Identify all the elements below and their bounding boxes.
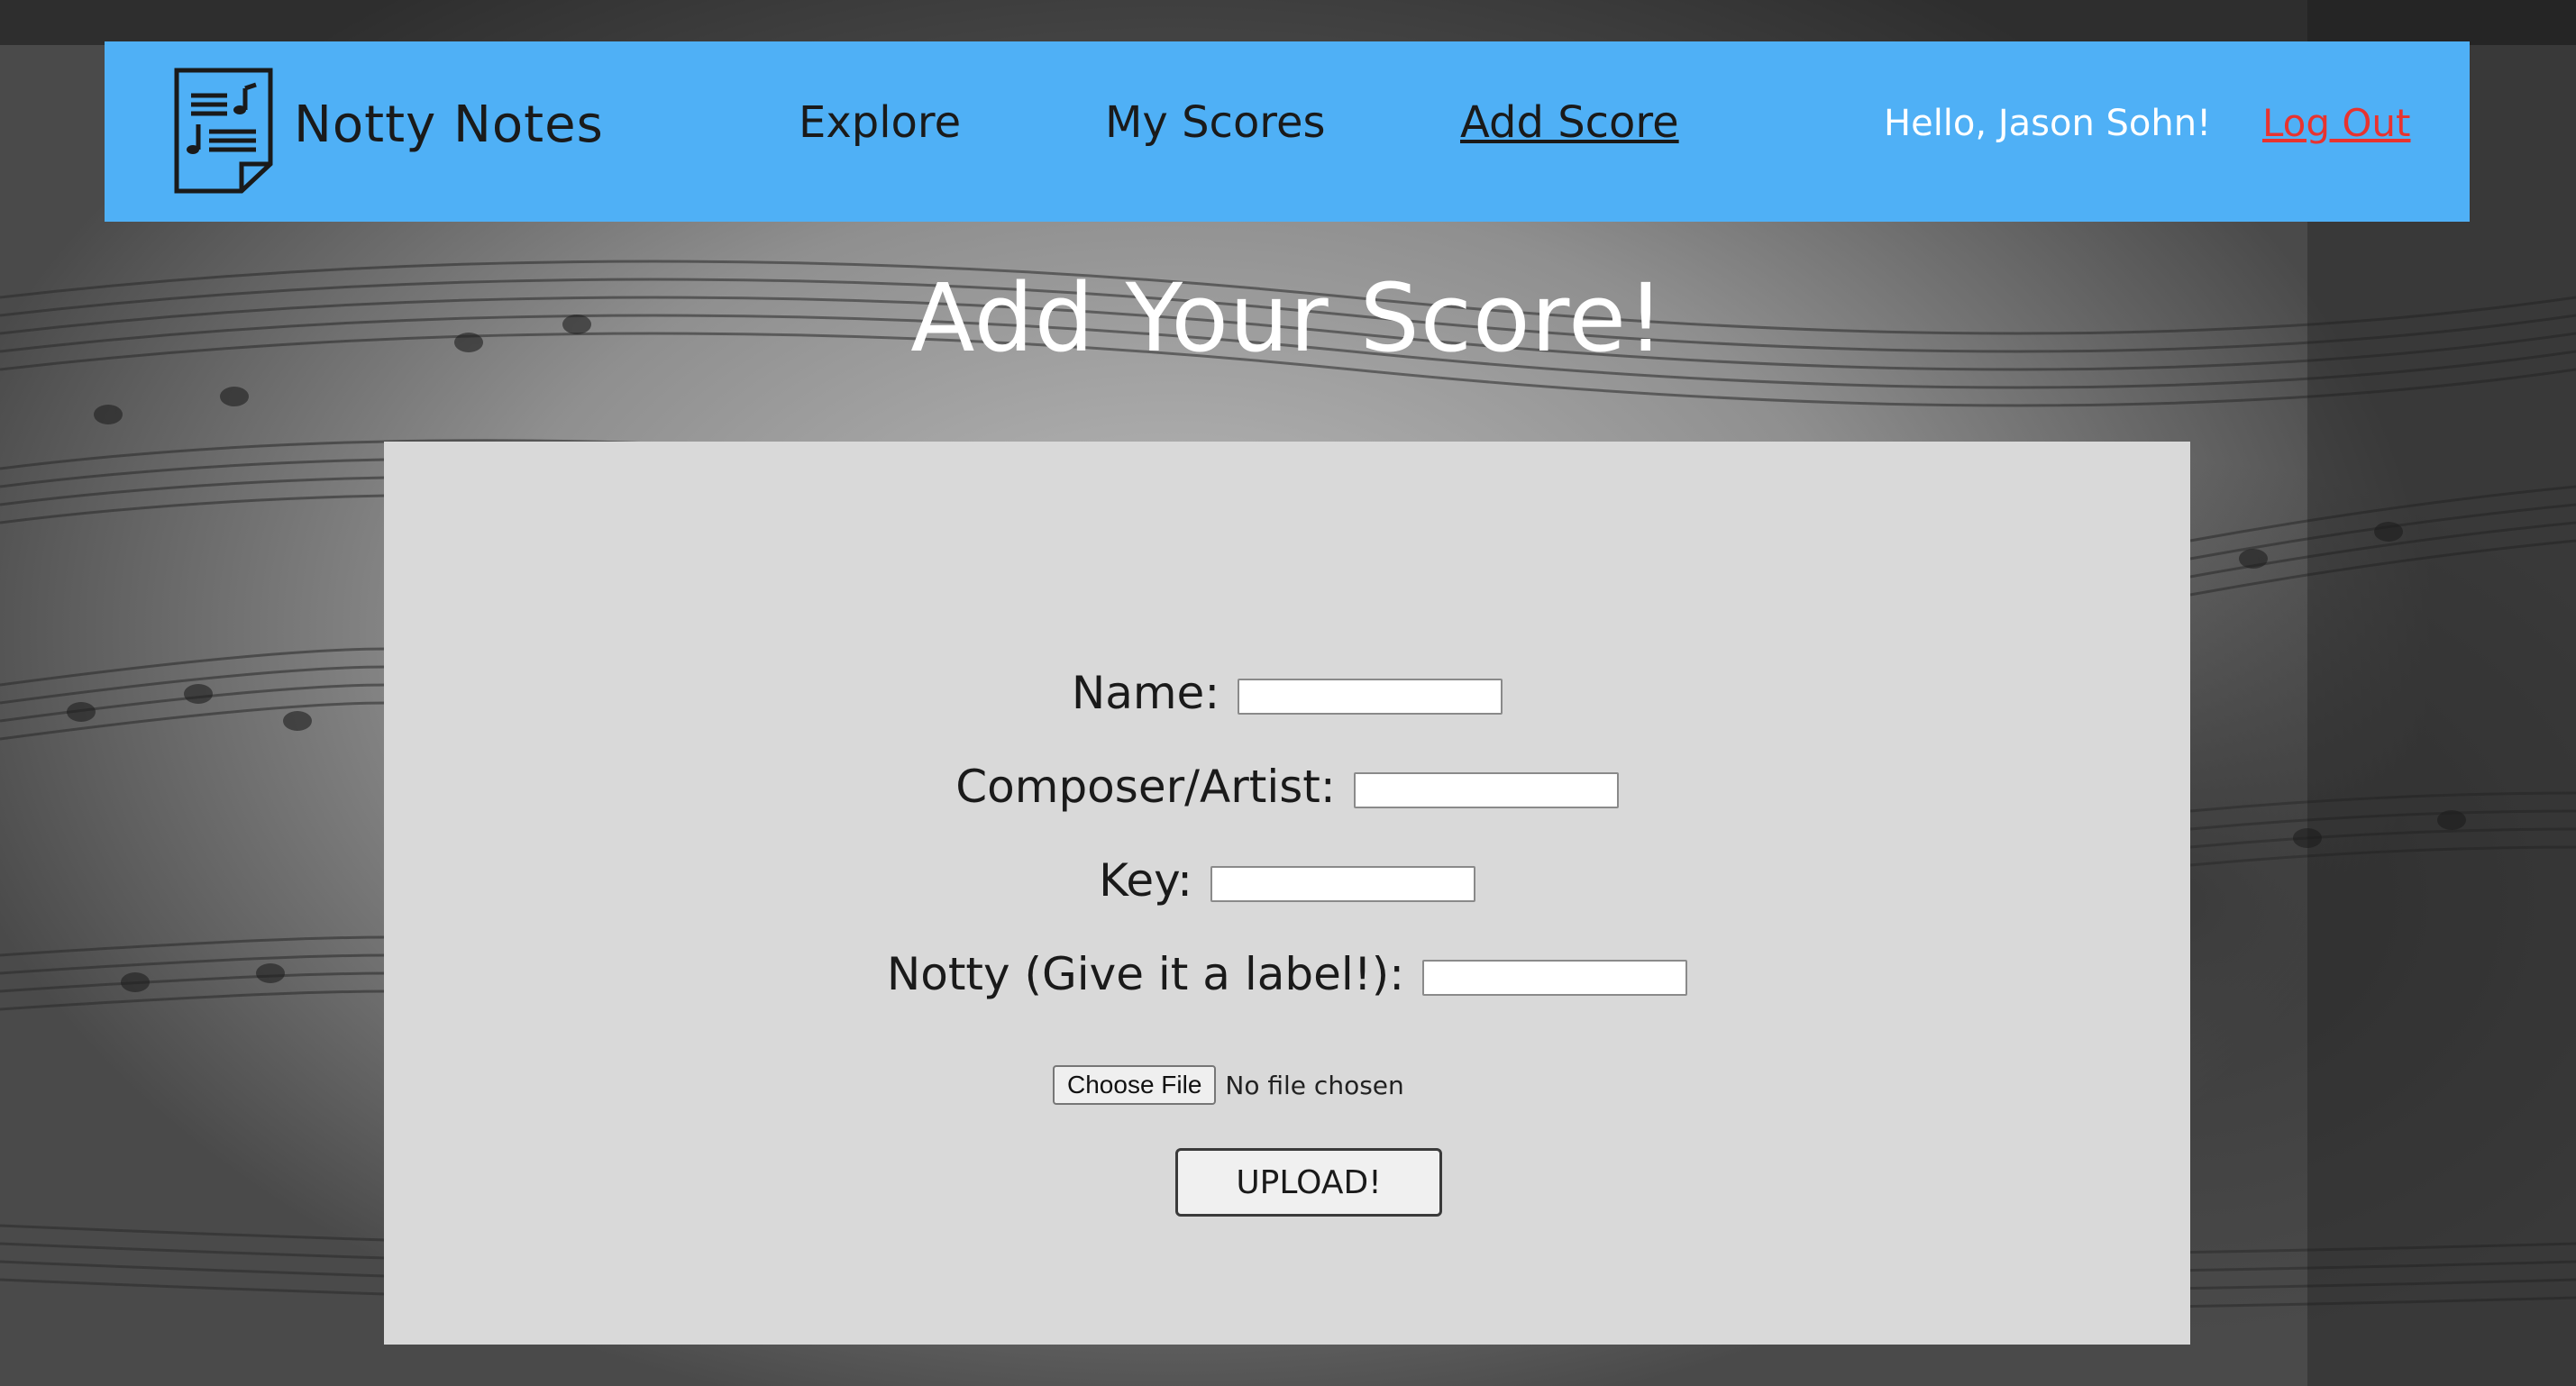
upload-button[interactable]: UPLOAD!	[1175, 1148, 1442, 1217]
name-row: Name:	[384, 667, 2190, 719]
nav-explore[interactable]: Explore	[799, 97, 961, 148]
sheet-music-icon[interactable]	[173, 67, 274, 195]
brand-name[interactable]: Notty Notes	[294, 96, 604, 154]
notty-input[interactable]	[1422, 960, 1688, 996]
key-row: Key:	[384, 854, 2190, 907]
composer-label: Composer/Artist:	[955, 761, 1336, 813]
notty-row: Notty (Give it a label!):	[384, 948, 2190, 1000]
composer-row: Composer/Artist:	[384, 761, 2190, 813]
page-title: Add Your Score!	[910, 263, 1666, 373]
notty-label: Notty (Give it a label!):	[886, 948, 1405, 1000]
logout-link[interactable]: Log Out	[2262, 101, 2411, 145]
key-label: Key:	[1099, 854, 1192, 907]
choose-file-button[interactable]: Choose File	[1053, 1065, 1217, 1105]
name-label: Name:	[1071, 667, 1220, 719]
composer-input[interactable]	[1353, 772, 1619, 808]
key-input[interactable]	[1210, 866, 1475, 902]
nav-my-scores[interactable]: My Scores	[1105, 97, 1326, 148]
name-input[interactable]	[1238, 679, 1503, 715]
file-status: No file chosen	[1225, 1070, 1404, 1100]
nav-add-score[interactable]: Add Score	[1460, 97, 1679, 148]
add-score-form: Name: Composer/Artist: Key: Notty (Give …	[384, 442, 2190, 1345]
top-navbar: Notty Notes Explore My Scores Add Score …	[105, 41, 2470, 222]
file-picker: Choose File No file chosen	[1053, 1065, 1404, 1105]
user-greeting: Hello, Jason Sohn!	[1884, 103, 2212, 144]
